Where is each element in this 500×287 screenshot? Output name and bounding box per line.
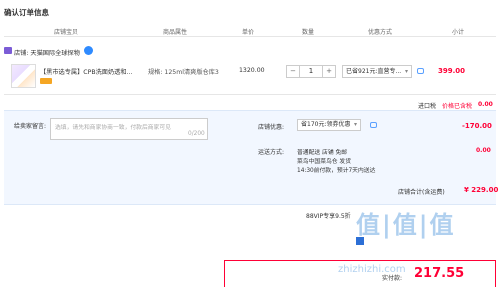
header-unit-price: 单价 [242,29,255,36]
shipping-label: 运送方式: [258,149,285,156]
vip-discount-text: 88VIP专享9.5折 [306,213,351,220]
shipping-origin: 菜鸟中国菜鸟仓 发货 [297,159,352,165]
quantity-stepper: − 1 + [286,65,336,78]
promo-select[interactable]: 已省921元:直营专... ▾ [342,65,412,78]
quantity-plus-button[interactable]: + [323,66,335,77]
shipping-method: 普通配送 店铺 免邮 [297,150,348,156]
payment-amount: 217.55 [414,266,465,281]
unit-price: 1320.00 [239,67,265,74]
promo-chat-icon[interactable] [417,68,424,74]
import-tax-label: 进口税 [418,103,437,110]
discount-chat-icon[interactable] [370,122,377,128]
header-promo: 优惠方式 [368,29,393,36]
header-quantity: 数量 [302,29,315,36]
product-thumbnail[interactable] [11,64,36,88]
product-spec: 规格: 125ml清爽版仓库3 [148,69,219,76]
chat-icon[interactable] [84,46,93,55]
order-item-row [4,60,496,92]
store-discount-value: 省170元:领券优惠 [301,121,351,128]
shop-name[interactable]: 店铺: 天猫国际全球探物 [14,48,80,57]
page-title: 确认订单信息 [4,8,49,17]
watermark-logo: 值|值|值 [356,211,456,239]
item-subtotal: 399.00 [438,67,466,75]
seller-message-label: 给卖家留言: [14,123,47,130]
header-attributes: 商品属性 [163,29,188,36]
store-total-label: 店铺合计(含运费) [398,189,445,196]
quantity-input[interactable]: 1 [299,66,323,77]
seller-message-placeholder: 选填，请先和商家协商一致，付款后商家可见 [55,125,171,131]
store-discount-select[interactable]: 省170元:领券优惠 ▾ [297,119,361,131]
seller-message-input[interactable]: 选填，请先和商家协商一致，付款后商家可见 [50,118,208,140]
header-divider [4,36,496,37]
header-shop-item: 店铺宝贝 [54,29,79,36]
item-divider [4,94,496,95]
header-subtotal: 小计 [452,29,465,36]
shipping-eta: 14:30前付款，预计7天内送达 [297,168,376,174]
import-tax-note: 价格已含税 [442,103,473,110]
shipping-amount: 0.00 [476,147,491,154]
product-name[interactable]: 【黑市选专属】CPB洗面奶透和... [40,67,132,76]
store-total-amount: ¥ 229.00 [464,186,499,194]
chevron-down-icon: ▾ [404,68,408,75]
import-tax-amount: 0.00 [478,101,493,108]
seller-message-counter: 0/200 [188,131,205,137]
shop-icon [4,47,12,54]
product-badge-icon [40,78,52,84]
watermark-url: zhizhizhi.com [338,264,406,275]
store-discount-amount: -170.00 [462,122,492,130]
promo-select-value: 已省921元:直营专... [346,68,402,75]
chevron-down-icon: ▾ [353,121,357,128]
quantity-minus-button[interactable]: − [287,66,299,77]
store-discount-label: 店铺优惠: [258,124,285,131]
